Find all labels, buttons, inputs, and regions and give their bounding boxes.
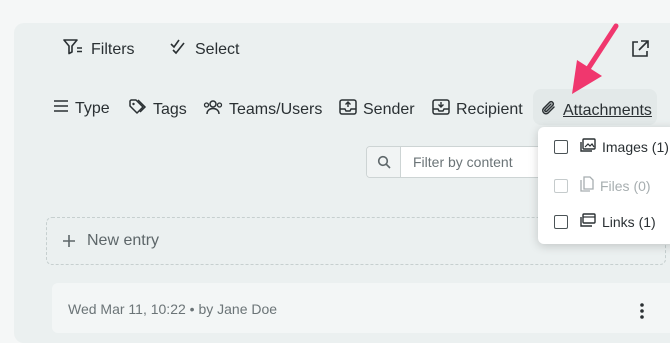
checks-icon [169, 38, 187, 61]
attachments-filter-label: Attachments [563, 101, 652, 119]
select-button[interactable]: Select [169, 38, 239, 61]
links-option[interactable]: Links (1) [554, 213, 656, 230]
filters-label: Filters [91, 40, 135, 58]
filter-icon [63, 38, 83, 61]
links-label: Links (1) [602, 213, 656, 230]
tags-filter[interactable]: Tags [129, 99, 187, 120]
attachments-dropdown: Images (1) Files (0) Links (1) [538, 127, 670, 244]
entry-meta: Wed Mar 11, 10:22 • by Jane Doe [68, 301, 278, 317]
users-icon [203, 99, 223, 120]
files-label: Files (0) [600, 177, 651, 194]
tray-up-icon [339, 99, 357, 120]
attachments-filter[interactable]: Attachments [541, 99, 652, 122]
type-filter-label: Type [75, 99, 110, 117]
files-option: Files (0) [554, 176, 651, 195]
tag-icon [129, 99, 147, 120]
new-entry-label: New entry [87, 232, 160, 249]
recipient-filter-label: Recipient [456, 100, 523, 118]
images-option[interactable]: Images (1) [554, 138, 669, 155]
files-icon [580, 176, 600, 195]
sender-filter[interactable]: Sender [339, 99, 415, 120]
content-search-input[interactable] [401, 153, 545, 171]
search-icon[interactable] [367, 147, 401, 177]
filters-button[interactable]: Filters [63, 38, 135, 61]
links-icon [580, 213, 602, 230]
type-filter[interactable]: Type [53, 99, 110, 118]
images-label: Images (1) [602, 138, 669, 155]
images-icon [580, 138, 602, 155]
list-icon [53, 99, 69, 118]
select-label: Select [195, 40, 240, 58]
content-search [366, 146, 546, 178]
more-options-icon[interactable] [640, 303, 644, 324]
recipient-filter[interactable]: Recipient [432, 99, 523, 120]
tray-down-icon [432, 99, 450, 120]
sender-filter-label: Sender [363, 100, 415, 118]
images-checkbox[interactable] [554, 139, 568, 154]
annotation-arrow [572, 23, 619, 94]
open-external-icon[interactable] [630, 39, 650, 64]
files-checkbox [554, 178, 568, 193]
paperclip-icon [541, 99, 557, 122]
teams-users-filter-label: Teams/Users [229, 100, 323, 118]
tags-filter-label: Tags [153, 100, 187, 118]
links-checkbox[interactable] [554, 214, 568, 229]
teams-users-filter[interactable]: Teams/Users [203, 99, 322, 120]
plus-icon [63, 235, 75, 247]
